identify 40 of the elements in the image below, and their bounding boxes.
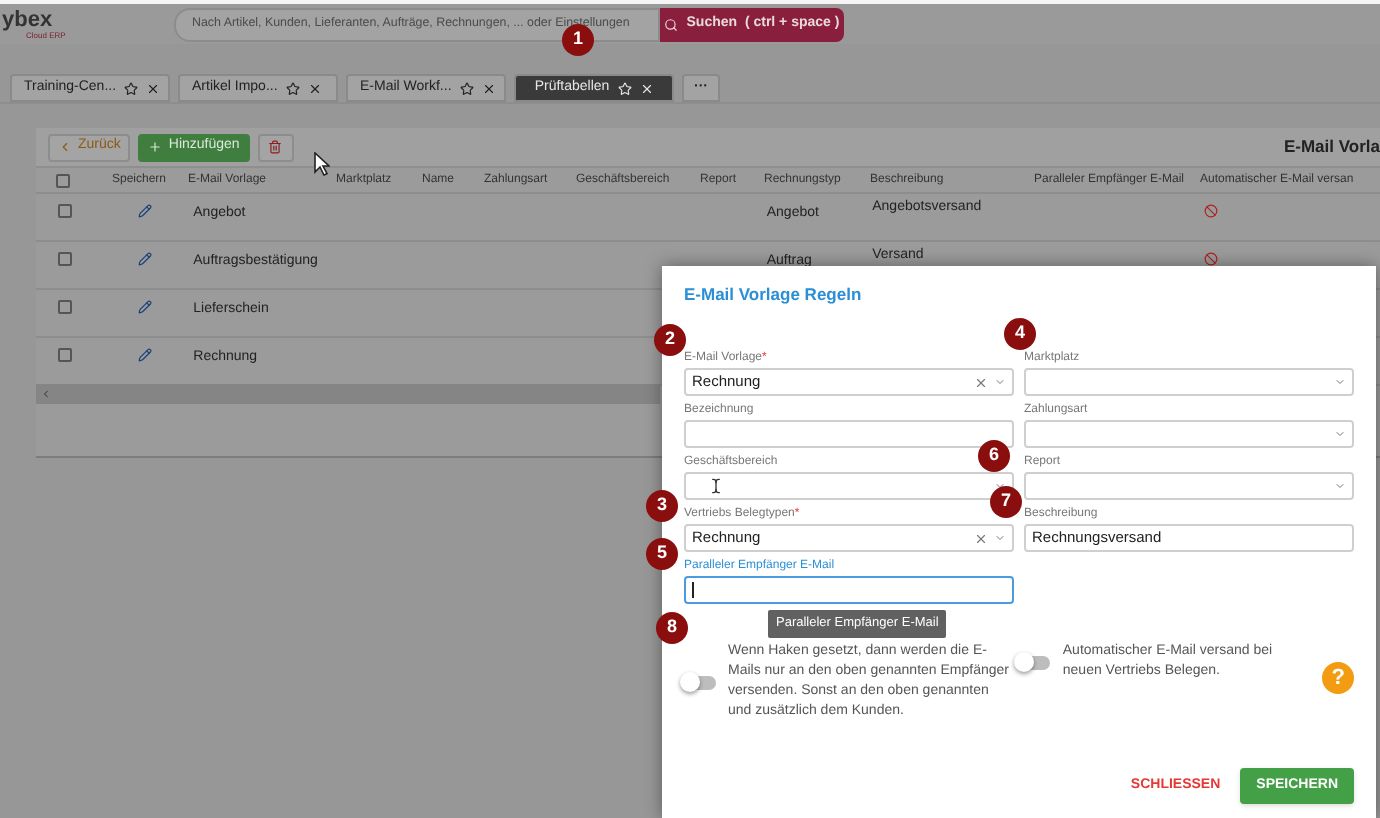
select-field[interactable] <box>1024 472 1354 500</box>
number-badge: 8 <box>656 612 688 644</box>
chevron-left-icon <box>58 140 72 154</box>
close-icon[interactable] <box>307 81 322 95</box>
header-checkbox[interactable] <box>56 173 70 187</box>
select-field[interactable] <box>1024 420 1354 448</box>
page-title: E-Mail Vorla <box>1283 134 1380 160</box>
input-field[interactable] <box>684 576 1014 604</box>
logo-text: ybex <box>2 9 55 29</box>
number-badge: 3 <box>646 490 678 522</box>
plus-icon <box>148 140 163 154</box>
trash-icon <box>268 140 283 154</box>
edit-icon[interactable] <box>137 204 152 218</box>
horizontal-scrollbar[interactable] <box>36 384 660 404</box>
edit-icon[interactable] <box>137 300 152 314</box>
number-badge: 5 <box>646 538 678 570</box>
text-cursor-icon <box>708 478 724 494</box>
close-icon[interactable] <box>481 81 496 95</box>
clear-icon[interactable] <box>974 375 988 389</box>
toggle-switch[interactable] <box>1018 655 1051 669</box>
toggle-switch[interactable] <box>684 675 716 689</box>
row-checkbox[interactable] <box>58 348 73 362</box>
search-icon <box>664 17 679 31</box>
dialog-title: E-Mail Vorlage Regeln <box>684 282 864 306</box>
clear-icon[interactable] <box>974 531 988 545</box>
edit-icon[interactable] <box>137 348 152 362</box>
row-checkbox[interactable] <box>58 300 73 314</box>
mouse-pointer-icon <box>314 152 330 176</box>
input-field[interactable] <box>684 420 1014 448</box>
star-icon[interactable] <box>285 81 300 95</box>
row-checkbox[interactable] <box>58 204 73 218</box>
row-checkbox[interactable] <box>58 252 73 266</box>
close-icon[interactable] <box>146 81 161 95</box>
scroll-left-icon[interactable] <box>40 388 52 400</box>
edit-icon[interactable] <box>137 252 152 266</box>
dropdown-caret-icon[interactable] <box>994 480 1006 492</box>
select-field[interactable] <box>1024 368 1354 396</box>
delete-button[interactable] <box>257 133 294 161</box>
star-icon[interactable] <box>459 81 474 95</box>
star-icon[interactable] <box>124 81 139 95</box>
